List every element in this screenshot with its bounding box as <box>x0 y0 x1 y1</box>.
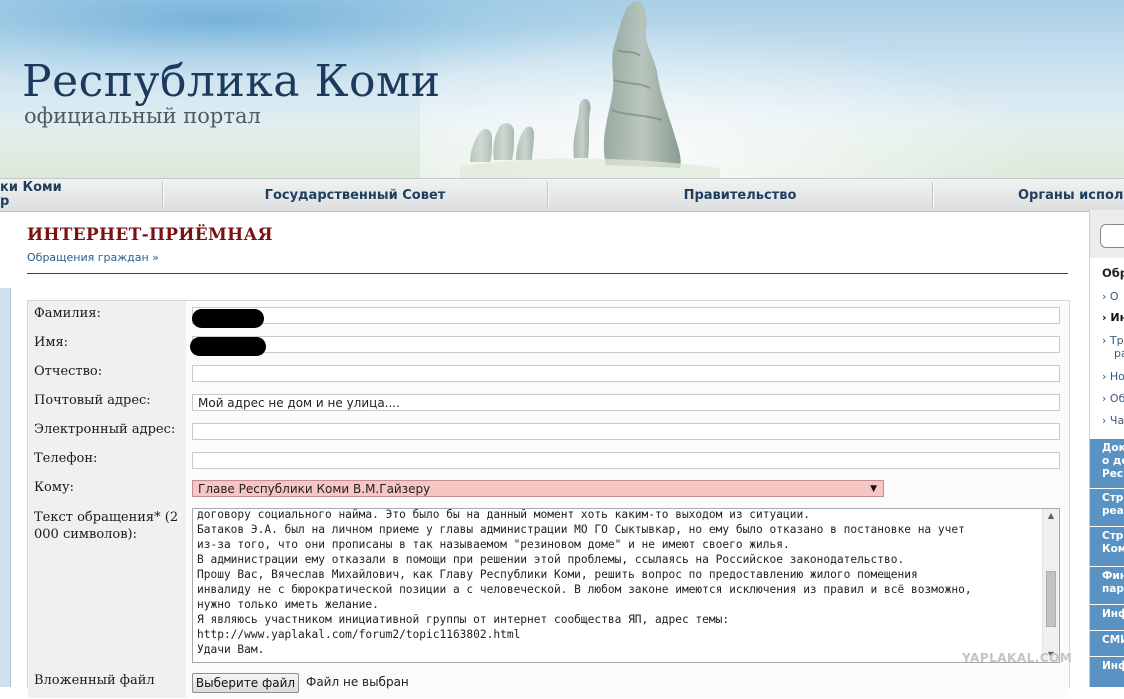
sidebar-heading: Обр <box>1102 266 1124 280</box>
dropdown-arrow-icon: ▼ <box>870 484 877 494</box>
sidebar-block[interactable]: Финпар <box>1090 566 1124 604</box>
message-scrollbar[interactable]: ▲ ▼ <box>1042 509 1059 662</box>
recipient-select[interactable]: Главе Республики Коми В.М.Гайзеру ▼ <box>192 480 884 497</box>
email-label: Электронный адрес: <box>28 417 186 446</box>
message-text: договору социального найма. Это было бы … <box>197 508 972 656</box>
nav-item-executive-bodies[interactable]: Органы исполни <box>1018 179 1124 211</box>
sidebar-link[interactable]: › Но <box>1102 370 1124 383</box>
scrollbar-thumb[interactable] <box>1046 571 1056 627</box>
nav-item-partial-line2: р <box>0 194 10 209</box>
postal-address-label: Почтовый адрес: <box>28 388 186 417</box>
appeal-form: Фамилия: Имя: Отчество: Почтовый адрес: … <box>27 300 1070 699</box>
nav-item-government[interactable]: Правительство <box>548 179 932 211</box>
form-row-postal: Почтовый адрес: Мой адрес не дом и не ул… <box>28 388 1069 418</box>
site-subtitle: официальный портал <box>24 104 261 128</box>
recipient-label: Кому: <box>28 475 186 504</box>
name-label: Имя: <box>28 330 186 359</box>
rock-pillars-image <box>460 1 720 178</box>
phone-label: Телефон: <box>28 446 186 475</box>
site-header: Республика Коми официальный портал <box>0 0 1124 178</box>
scroll-up-arrow-icon[interactable]: ▲ <box>1043 509 1059 523</box>
form-row-name: Имя: <box>28 330 1069 360</box>
sidebar-link-continuation: ра <box>1114 347 1124 360</box>
form-row-surname: Фамилия: <box>28 301 1069 331</box>
choose-file-button[interactable]: Выберите файл <box>192 673 299 693</box>
recipient-select-value: Главе Республики Коми В.М.Гайзеру <box>198 482 431 496</box>
redaction-mark <box>192 309 264 328</box>
form-row-recipient: Кому: Главе Республики Коми В.М.Гайзеру … <box>28 475 1069 505</box>
patronymic-input[interactable] <box>192 365 1060 382</box>
sidebar-link[interactable]: › Об <box>1102 392 1124 405</box>
nav-item-state-council[interactable]: Государственный Совет <box>163 179 547 211</box>
form-row-email: Электронный адрес: <box>28 417 1069 447</box>
message-label: Текст обращения* (2 000 символов): <box>28 504 186 668</box>
sidebar-block[interactable]: Инф <box>1090 604 1124 630</box>
sidebar-link[interactable]: › О <box>1102 290 1119 303</box>
surname-label: Фамилия: <box>28 301 186 330</box>
redaction-mark <box>190 337 266 356</box>
nav-item-partial[interactable]: ки Коми р <box>0 179 62 211</box>
sidebar-search-input[interactable] <box>1100 224 1124 248</box>
email-input[interactable] <box>192 423 1060 440</box>
nav-separator <box>932 182 933 208</box>
name-input[interactable] <box>192 336 1060 353</box>
breadcrumb-link[interactable]: Обращения граждан » <box>27 251 159 264</box>
page-title: ИНТЕРНЕТ-ПРИЁМНАЯ <box>27 225 273 245</box>
sidebar-block[interactable]: СМИ <box>1090 630 1124 656</box>
nav-item-partial-line1: ки Коми <box>0 180 62 195</box>
form-row-attachment: Вложенный файл Выберите файл Файл не выб… <box>28 668 1069 699</box>
main-navigation: ки Коми р Государственный Совет Правител… <box>0 178 1124 212</box>
form-row-phone: Телефон: <box>28 446 1069 476</box>
left-edge-panel <box>0 288 11 687</box>
sidebar-block[interactable]: Инф <box>1090 656 1124 687</box>
watermark: YAPLAKAL.COM <box>962 651 1073 665</box>
sidebar-block[interactable]: Стр реа <box>1090 488 1124 526</box>
title-divider <box>27 273 1068 274</box>
sidebar-link[interactable]: › Тр <box>1102 334 1124 347</box>
sidebar-link[interactable]: › Ча <box>1102 414 1124 427</box>
form-row-message: Текст обращения* (2 000 символов): догов… <box>28 504 1069 669</box>
phone-input[interactable] <box>192 452 1060 469</box>
sidebar-block[interactable]: Стр Ком <box>1090 526 1124 566</box>
postal-address-input[interactable]: Мой адрес не дом и не улица.... <box>192 394 1060 411</box>
message-textarea[interactable]: договору социального найма. Это было бы … <box>192 508 1060 663</box>
attachment-label: Вложенный файл <box>28 668 186 698</box>
surname-input[interactable] <box>192 307 1060 324</box>
right-sidebar: Обр › О › Ин › Тр ра › Но › Об › Ча Доко… <box>1089 210 1124 687</box>
form-row-patronymic: Отчество: <box>28 359 1069 389</box>
sidebar-link-active[interactable]: › Ин <box>1102 311 1124 324</box>
sidebar-block-documents[interactable]: Доко деРес <box>1090 438 1124 488</box>
site-title[interactable]: Республика Коми <box>22 56 441 107</box>
patronymic-label: Отчество: <box>28 359 186 388</box>
